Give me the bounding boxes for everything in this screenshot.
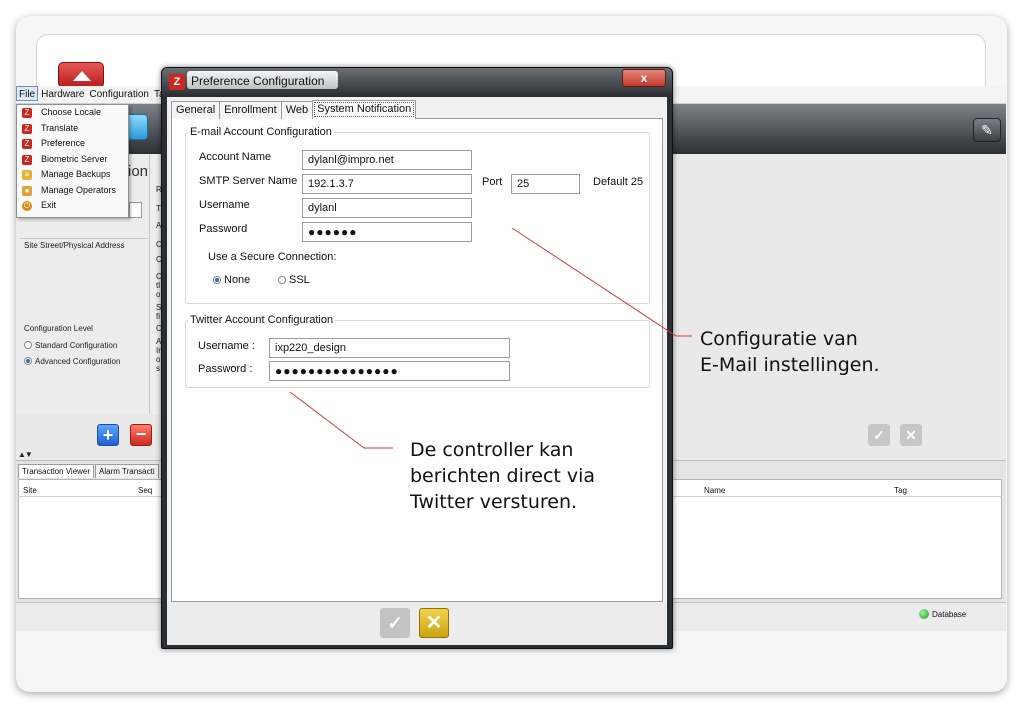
email-callout-line2: E-Mail instellingen. bbox=[700, 354, 880, 376]
twitter-callout-line2: berichten direct via bbox=[410, 465, 596, 487]
email-callout: Configuratie van E-Mail instellingen. bbox=[700, 326, 880, 378]
twitter-callout-line bbox=[289, 391, 393, 449]
twitter-callout-line1: De controller kan bbox=[410, 439, 574, 461]
email-callout-line bbox=[511, 227, 692, 337]
twitter-callout-line3: Twitter versturen. bbox=[410, 491, 578, 513]
twitter-callout: De controller kan berichten direct via T… bbox=[410, 437, 595, 515]
email-callout-line1: Configuratie van bbox=[700, 328, 858, 350]
